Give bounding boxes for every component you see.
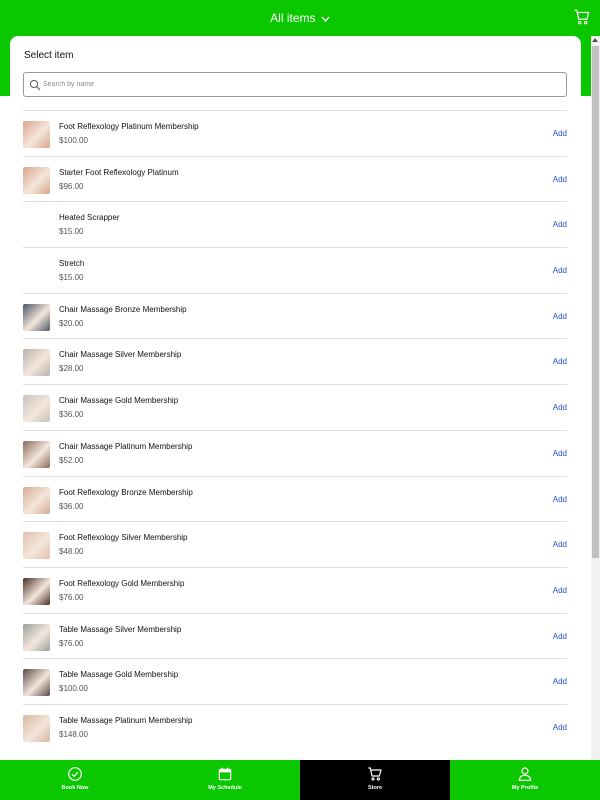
item-price: $100.00 (59, 136, 88, 145)
item-price: $52.00 (59, 455, 84, 465)
list-item: Starter Foot Reflexology Platinum $96.00 A… (23, 155, 567, 202)
item-thumbnail (23, 532, 50, 560)
add-button[interactable]: Add (553, 495, 567, 505)
tab-label: My Schedule (208, 785, 242, 791)
add-button[interactable]: Add (553, 677, 567, 687)
item-thumbnail (23, 258, 50, 285)
scrollbar-thumb[interactable] (592, 46, 599, 558)
item-price: $96.00 (59, 181, 84, 191)
list-item: Foot Reflexology Platinum Membership $100… (23, 110, 567, 156)
item-price: $148.00 (59, 729, 88, 739)
item-name: Table Massage Silver Membership (59, 624, 182, 634)
add-button[interactable]: Add (553, 632, 567, 642)
check-circle-icon (68, 767, 82, 781)
list-item: Chair Massage Gold Membership $36.00 Add (23, 384, 567, 430)
cart-icon[interactable] (573, 8, 591, 26)
item-thumbnail (23, 440, 50, 468)
list-item: Table Massage Platinum Membership $148.00… (23, 703, 567, 750)
item-list: Foot Reflexology Platinum Membership $100… (23, 110, 567, 750)
calendar-icon (218, 767, 232, 781)
item-price: $28.00 (59, 364, 84, 374)
item-price: $36.00 (59, 501, 84, 511)
tab-store[interactable]: Store (300, 760, 450, 800)
item-price: $76.00 (59, 638, 84, 648)
add-button[interactable]: Add (553, 586, 567, 596)
item-name: Chair Massage Bronze Membership (59, 304, 187, 314)
item-price: $15.00 (59, 273, 84, 283)
list-item: Table Massage Gold Membership $100.00 Add (23, 658, 567, 704)
item-price: $20.00 (59, 318, 84, 328)
add-button[interactable]: Add (553, 129, 567, 139)
list-item: Foot Reflexology Bronze Membership $36.00… (23, 475, 567, 522)
chevron-down-icon (321, 16, 330, 22)
add-button[interactable]: Add (553, 266, 567, 276)
list-item: Table Massage Silver Membership $76.00 Add (23, 612, 567, 659)
item-name: Table Massage Platinum Membership (59, 715, 193, 725)
item-price: $15.00 (59, 227, 84, 237)
item-name: Chair Massage Gold Membership (59, 396, 179, 406)
item-name: Chair Massage Platinum Membership (59, 441, 193, 451)
item-name: Foot Reflexology Platinum Membership (59, 122, 199, 131)
item-thumbnail (23, 212, 50, 239)
list-item: Stretch $15.00 Add (23, 247, 567, 293)
add-button[interactable]: Add (553, 449, 567, 459)
tab-label: Book Now (61, 785, 89, 791)
category-filter-label: All items (270, 11, 316, 25)
list-item: Chair Massage Platinum Membership $52.00 A… (23, 429, 567, 476)
search-box (23, 72, 567, 97)
tab-book-now[interactable]: Book Now (0, 760, 150, 800)
item-name: Chair Massage Silver Membership (59, 350, 182, 360)
scrollbar[interactable] (591, 36, 600, 760)
add-button[interactable]: Add (553, 540, 567, 550)
item-thumbnail (23, 303, 50, 331)
item-thumbnail (23, 669, 50, 697)
item-name: Foot Reflexology Gold Membership (59, 578, 185, 588)
item-name: Foot Reflexology Silver Membership (59, 533, 188, 543)
item-thumbnail (23, 486, 50, 514)
item-thumbnail (23, 121, 50, 148)
item-thumbnail (23, 166, 50, 194)
scroll-up-arrow-icon[interactable] (592, 38, 598, 42)
list-item: Chair Massage Silver Membership $28.00 Add (23, 338, 567, 384)
item-name: Starter Foot Reflexology Platinum (59, 167, 179, 177)
item-name: Heated Scrapper (59, 213, 120, 223)
bottom-navigation: Book Now My Schedule Store My Profile (0, 760, 600, 800)
item-name: Foot Reflexology Bronze Membership (59, 487, 193, 497)
item-price: $36.00 (59, 410, 84, 420)
search-input[interactable] (43, 75, 558, 94)
item-thumbnail (23, 395, 50, 423)
add-button[interactable]: Add (553, 220, 567, 230)
item-price: $76.00 (59, 592, 84, 602)
person-icon (518, 767, 532, 781)
list-item: Heated Scrapper $15.00 Add (23, 201, 567, 247)
cart-icon (368, 767, 382, 781)
item-thumbnail (23, 714, 50, 742)
add-button[interactable]: Add (553, 175, 567, 185)
panel-title: Select item (24, 50, 74, 61)
tab-label: My Profile (511, 785, 539, 791)
tab-label: Store (367, 785, 383, 791)
select-item-panel: Select item Foot Reflexology Platinum Me… (10, 36, 581, 776)
search-icon (29, 79, 41, 91)
add-button[interactable]: Add (553, 357, 567, 367)
item-thumbnail (23, 577, 50, 605)
item-thumbnail (23, 349, 50, 377)
item-name: Stretch (59, 259, 85, 269)
category-filter[interactable]: All items (0, 10, 600, 26)
item-name: Table Massage Gold Membership (59, 670, 179, 680)
add-button[interactable]: Add (553, 403, 567, 413)
tab-my-schedule[interactable]: My Schedule (150, 760, 300, 800)
item-price: $48.00 (59, 547, 84, 557)
list-item: Chair Massage Bronze Membership $20.00 Add (23, 292, 567, 339)
add-button[interactable]: Add (553, 723, 567, 733)
add-button[interactable]: Add (553, 312, 567, 322)
tab-my-profile[interactable]: My Profile (450, 760, 600, 800)
item-thumbnail (23, 623, 50, 651)
list-item: Foot Reflexology Silver Membership $48.00… (23, 521, 567, 567)
item-price: $100.00 (59, 684, 88, 694)
list-item: Foot Reflexology Gold Membership $76.00 Ad… (23, 566, 567, 613)
